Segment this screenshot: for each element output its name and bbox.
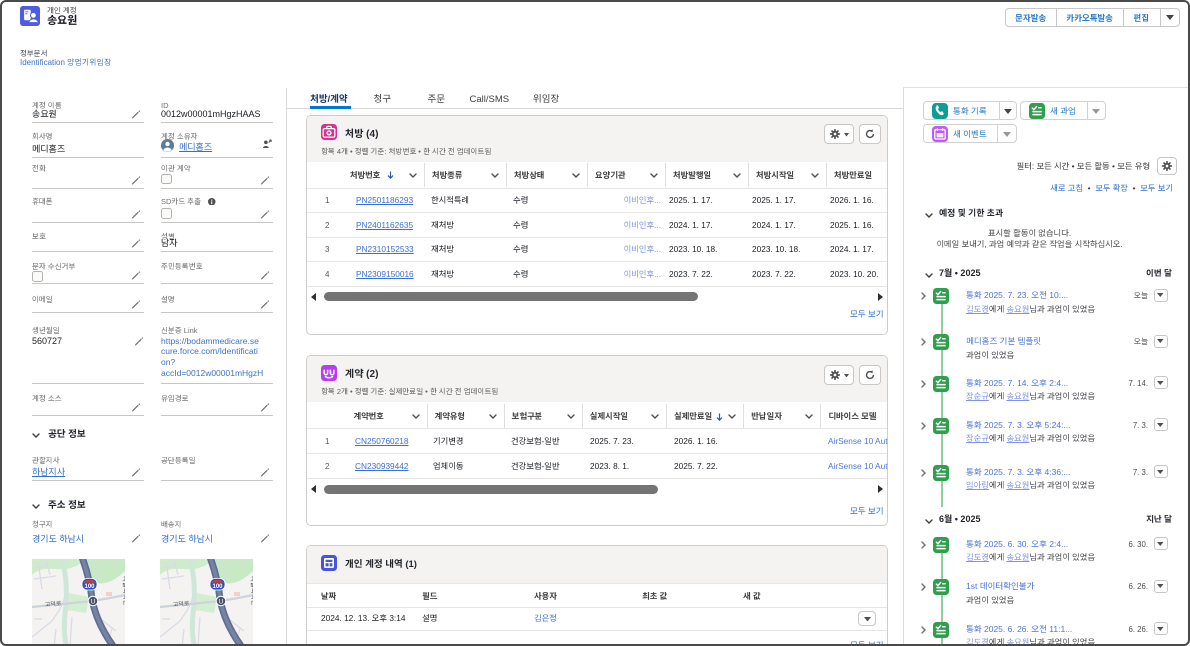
svg-text:고덕로: 고덕로 <box>173 598 191 608</box>
svg-text:100: 100 <box>212 584 223 590</box>
svg-text:100: 100 <box>84 584 95 590</box>
svg-text:고덕로: 고덕로 <box>45 598 63 608</box>
svg-text:U: U <box>219 599 224 606</box>
svg-text:U: U <box>91 599 96 606</box>
